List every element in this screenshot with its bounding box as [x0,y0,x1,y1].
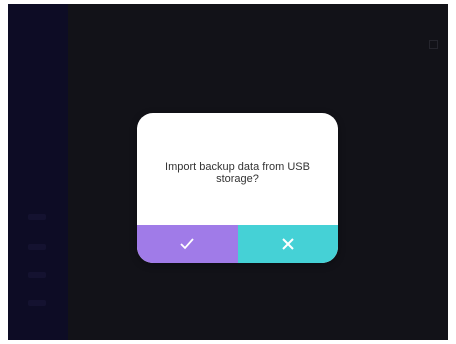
check-icon [180,238,194,250]
dialog-message: Import backup data from USB storage? [165,161,310,185]
cancel-button[interactable] [237,225,338,263]
close-icon [282,238,294,250]
dialog-actions [137,225,338,263]
confirm-button[interactable] [137,225,238,263]
confirm-dialog: Import backup data from USB storage? [137,113,338,263]
